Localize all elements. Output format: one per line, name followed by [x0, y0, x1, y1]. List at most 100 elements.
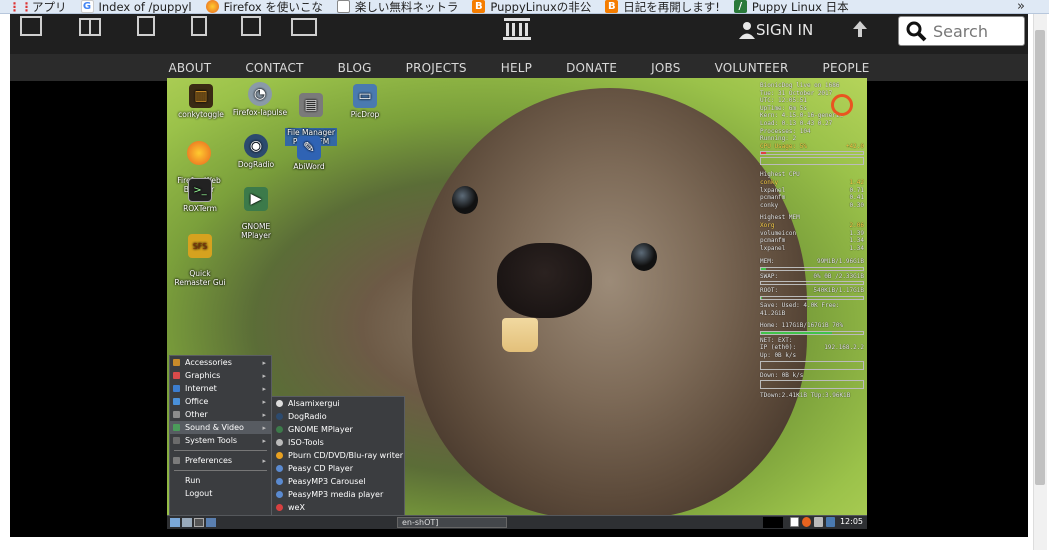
- submenu-item[interactable]: DogRadio: [272, 410, 404, 423]
- conky-swap-value: 0% 0B /2.33GiB: [813, 272, 864, 280]
- desktop-icon-picdrop[interactable]: ▭ PicDrop: [333, 84, 397, 119]
- process-name: conky: [760, 201, 779, 209]
- process-value: 0.71: [849, 186, 864, 194]
- main-nav: ABOUT CONTACT BLOG PROJECTS HELP DONATE …: [10, 54, 1028, 81]
- system-tray: [790, 517, 835, 527]
- process-name: lxpanel: [760, 244, 786, 252]
- marmot-teeth: [502, 318, 538, 352]
- firefox-tray-icon[interactable]: [802, 517, 811, 527]
- taskbar-window-button[interactable]: en-shOT]: [397, 517, 507, 528]
- marmot-eye-right: [631, 243, 657, 271]
- desktop-icon-quick-remaster[interactable]: SFS Quick Remaster Gui: [168, 225, 232, 287]
- process-name: conky: [760, 178, 779, 186]
- network-icon[interactable]: [826, 517, 835, 527]
- nav-volunteer[interactable]: VOLUNTEER: [715, 61, 789, 75]
- submenu-item[interactable]: Alsamixergui: [272, 397, 404, 410]
- nav-people[interactable]: PEOPLE: [823, 61, 870, 75]
- process-name: lxpanel: [760, 186, 786, 194]
- start-menu-item[interactable]: Preferences ▸: [170, 454, 271, 467]
- submenu-arrow-icon: ▸: [262, 423, 266, 432]
- software-icon: [241, 16, 261, 36]
- start-menu-item[interactable]: Graphics ▸: [170, 369, 271, 382]
- start-menu-item-label: Run: [185, 476, 201, 485]
- submenu-item-label: PeasyMP3 Carousel: [288, 477, 366, 486]
- menu-category-icon: [173, 398, 180, 405]
- pager[interactable]: [763, 517, 783, 528]
- cpu-graph: [760, 157, 864, 166]
- conky-root-value: 540KiB/1.17GiB: [813, 287, 864, 295]
- nav-projects[interactable]: PROJECTS: [406, 61, 467, 75]
- conky-process-row: volumeicon 1.39: [760, 230, 864, 238]
- desktop-icon-abiword[interactable]: ✎ AbiWord: [277, 136, 341, 171]
- start-menu-item[interactable]: Other ▸: [170, 408, 271, 421]
- menu-button-icon[interactable]: [170, 518, 180, 527]
- submenu-item[interactable]: Peasy CD Player: [272, 462, 404, 475]
- desktop-icon-conkytoggle[interactable]: ▥ conkytoggle: [169, 84, 233, 119]
- desktop-screenshot[interactable]: ▥ conkytoggle ◔ Firefox-lapulse ▤ File M…: [167, 78, 867, 529]
- submenu-item[interactable]: weX: [272, 501, 404, 514]
- start-menu-item[interactable]: Logout: [170, 487, 271, 500]
- process-value: 0.41: [849, 194, 864, 202]
- nav-help[interactable]: HELP: [501, 61, 532, 75]
- start-menu-item[interactable]: System Tools ▸: [170, 434, 271, 447]
- conky-up: Up: 0B k/s: [760, 352, 797, 360]
- start-menu: Accessories ▸ Graphics ▸ Internet ▸ Office ▸ Oth…: [169, 355, 272, 517]
- conky-home: Home: 117GiB/167GiB 70%: [760, 322, 844, 330]
- desktop-icon-roxterm[interactable]: >_ ROXTerm: [168, 178, 232, 213]
- process-value: 2.06: [849, 221, 864, 229]
- bookmark-item[interactable]: B 日記を再開します!: [605, 0, 720, 13]
- terminal-icon[interactable]: [194, 518, 204, 527]
- nav-blog[interactable]: BLOG: [338, 61, 372, 75]
- bookmark-item[interactable]: B PuppyLinuxの非公: [472, 0, 591, 13]
- scrollbar-thumb[interactable]: [1035, 30, 1045, 485]
- clipboard-icon[interactable]: [790, 517, 799, 527]
- mplayer-icon: ▶: [244, 187, 268, 211]
- bookmark-item[interactable]: 楽しい無料ネットラ: [336, 0, 458, 13]
- nav-contact[interactable]: CONTACT: [245, 61, 303, 75]
- mem-bar: [760, 266, 864, 271]
- search-input[interactable]: Search: [898, 16, 1025, 46]
- volume-icon[interactable]: [814, 517, 823, 527]
- menu-category-icon: [173, 359, 180, 366]
- bookmark-apps[interactable]: ⋮⋮ アプリ: [9, 0, 67, 13]
- conky-cpu-temp: +42.0: [845, 142, 864, 150]
- download-graph: [760, 380, 864, 390]
- desktop-icon-gnome-mplayer[interactable]: ▶ GNOME MPlayer: [224, 178, 288, 240]
- bookmark-label: Index of /puppyl: [98, 0, 192, 14]
- submenu-item[interactable]: Pburn CD/DVD/Blu-ray writer: [272, 449, 404, 462]
- nav-donate[interactable]: DONATE: [566, 61, 617, 75]
- menu-separator: [174, 470, 267, 471]
- process-name: volumeicon: [760, 229, 797, 237]
- web-icon: [20, 16, 42, 36]
- nav-about[interactable]: ABOUT: [169, 61, 212, 75]
- bookmark-item[interactable]: Firefox を使いこな: [205, 0, 323, 13]
- upload-icon[interactable]: [852, 20, 868, 38]
- start-menu-item[interactable]: Run: [170, 474, 271, 487]
- submenu-item[interactable]: GNOME MPlayer: [272, 423, 404, 436]
- conky-cpu-row: CPU Usage: 5% +42.0: [760, 143, 864, 151]
- submenu-item[interactable]: PeasyMP3 media player: [272, 488, 404, 501]
- start-menu-item[interactable]: Sound & Video ▸: [170, 421, 271, 434]
- menu-category-icon: [173, 477, 180, 484]
- bookmark-item[interactable]: / Puppy Linux 日本: [733, 0, 849, 13]
- start-menu-item[interactable]: Office ▸: [170, 395, 271, 408]
- app-icon: [276, 452, 283, 459]
- taskbar-clock[interactable]: 12:05: [840, 517, 863, 526]
- bookmark-item[interactable]: G Index of /puppyl: [80, 0, 192, 14]
- nav-jobs[interactable]: JOBS: [651, 61, 680, 75]
- desktop-icon[interactable]: [182, 518, 192, 527]
- internet-archive-logo-icon[interactable]: [502, 16, 532, 42]
- bookmarks-overflow-button[interactable]: »: [1017, 0, 1025, 13]
- start-menu-item[interactable]: Internet ▸: [170, 382, 271, 395]
- process-name: pcmanfm: [760, 237, 786, 245]
- submenu-item[interactable]: ISO-Tools: [272, 436, 404, 449]
- submenu-item-label: ISO-Tools: [288, 438, 324, 447]
- file-manager-icon[interactable]: [206, 518, 216, 527]
- quicklaunch: [170, 518, 216, 527]
- submenu-item[interactable]: PeasyMP3 Carousel: [272, 475, 404, 488]
- sign-in-link[interactable]: SIGN IN: [738, 20, 813, 40]
- start-menu-item-label: Internet: [185, 384, 217, 393]
- start-menu-item[interactable]: Accessories ▸: [170, 356, 271, 369]
- conky-root-row: ROOT: 540KiB/1.17GiB: [760, 287, 864, 295]
- process-name: Xorg: [760, 221, 775, 229]
